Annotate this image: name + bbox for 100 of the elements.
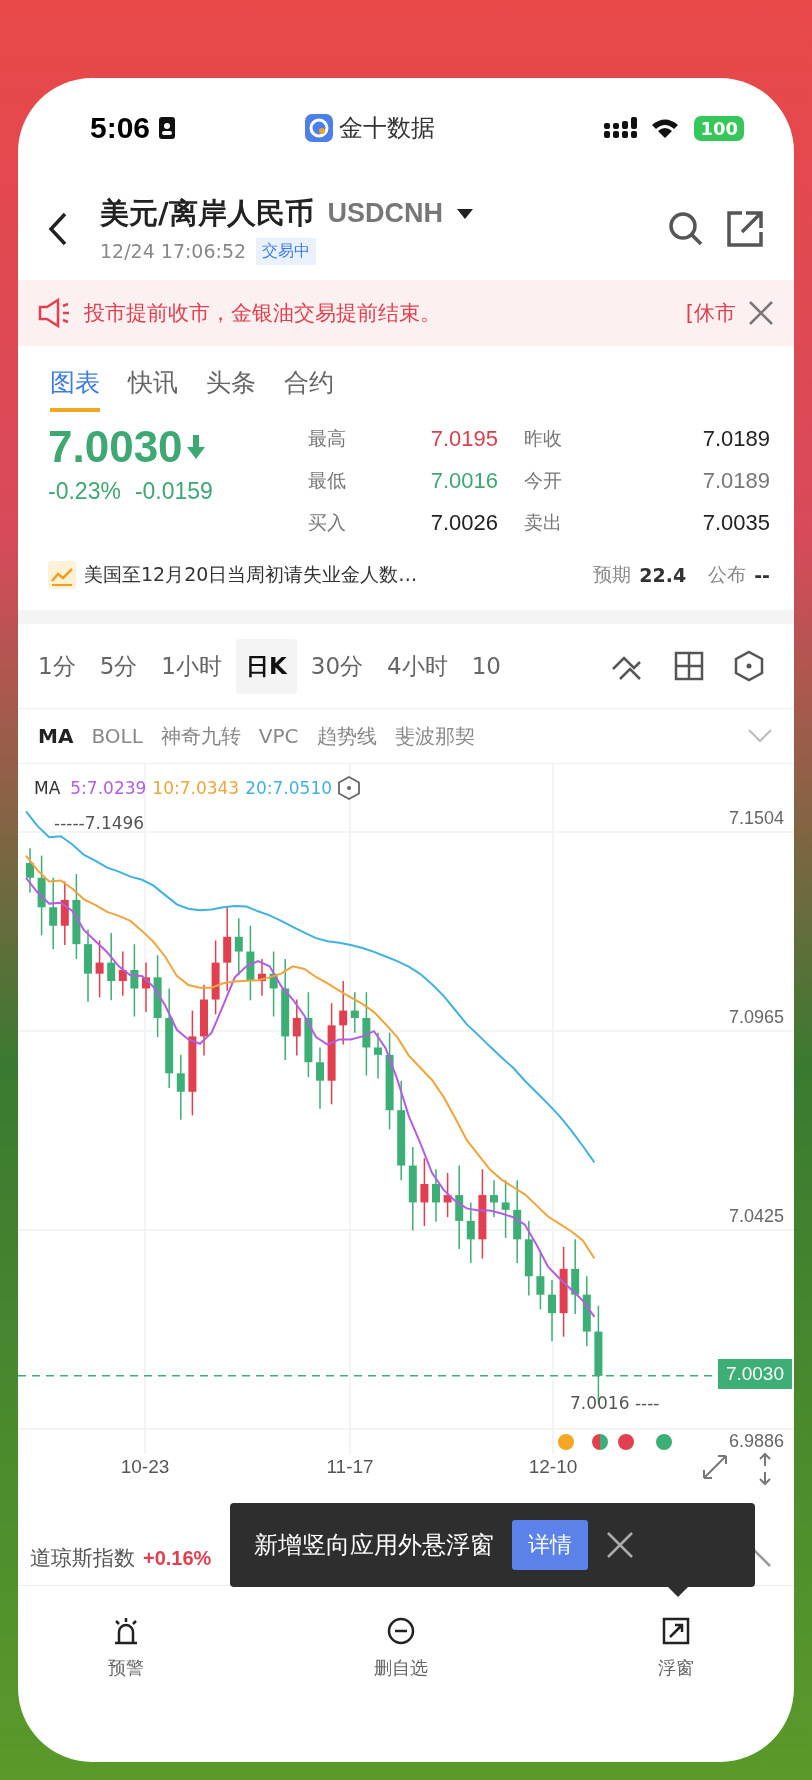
vertical-scale-icon[interactable] <box>758 1452 772 1486</box>
stat-value: 7.0189 <box>701 468 770 494</box>
section-tab[interactable]: 快讯 <box>128 360 178 412</box>
y-axis-label: 7.1504 <box>728 808 784 829</box>
period-tab[interactable]: 4小时 <box>377 638 458 694</box>
signal-dot[interactable] <box>592 1434 608 1450</box>
event-title[interactable]: 美国至12月20日当周初请失业金人数… <box>84 562 572 588</box>
period-tab[interactable]: 日K <box>235 638 297 694</box>
signal-dot[interactable] <box>558 1434 574 1450</box>
nav-label[interactable]: 删自选 <box>374 1656 428 1680</box>
stat-label: 最高 <box>308 426 347 451</box>
publish-label: 公布 <box>708 562 747 587</box>
candle <box>548 1279 556 1342</box>
stat-value: 7.0189 <box>701 426 770 452</box>
nav-label[interactable]: 浮窗 <box>658 1656 694 1680</box>
floating-window-icon[interactable] <box>661 1616 691 1646</box>
status-time: 5:06 <box>90 111 151 145</box>
candle <box>443 1172 452 1218</box>
stat-label: 买入 <box>308 510 347 535</box>
expand-icon[interactable] <box>700 1452 730 1482</box>
period-tab[interactable]: 1分 <box>28 638 86 694</box>
nav-label[interactable]: 预警 <box>108 1656 144 1680</box>
battery-indicator: 100 <box>694 115 744 141</box>
signal-dot[interactable] <box>656 1434 672 1450</box>
candle <box>60 880 69 946</box>
section-tab[interactable]: 合约 <box>284 360 334 412</box>
stat-label: 昨收 <box>523 426 563 451</box>
indicator-tab[interactable]: 趋势线 <box>308 718 385 754</box>
indicator-tab[interactable]: BOLL <box>83 720 151 752</box>
ma-value: 5:7.0239 <box>70 778 147 798</box>
last-price: 7.0030 <box>48 422 183 472</box>
indicator-tab[interactable]: MA <box>30 720 82 752</box>
expected-label: 预期 <box>593 562 632 587</box>
grid-icon[interactable] <box>674 651 704 681</box>
candle <box>142 961 150 1013</box>
back-icon[interactable] <box>48 212 68 246</box>
section-tab[interactable]: 头条 <box>206 360 256 412</box>
index-name[interactable]: 道琼斯指数 <box>30 1544 135 1572</box>
publish-value: -- <box>754 564 770 586</box>
candle <box>269 950 278 1018</box>
caret-icon[interactable] <box>457 208 474 219</box>
close-icon[interactable] <box>748 300 774 326</box>
stat-value: 7.0035 <box>701 510 770 536</box>
x-axis-label: 11-17 <box>325 1456 375 1478</box>
last-price-tag: 7.0030 <box>717 1358 792 1389</box>
stat-value: 7.0195 <box>429 426 498 452</box>
search-icon[interactable] <box>668 211 704 247</box>
indicator-tab[interactable]: 神奇九转 <box>152 718 249 754</box>
expected-value: 22.4 <box>639 564 687 586</box>
candle <box>432 1168 440 1223</box>
candle <box>420 1157 429 1227</box>
candle <box>107 932 116 1001</box>
section-tab[interactable]: 图表 <box>50 360 100 412</box>
period-tab[interactable]: 1小时 <box>151 638 232 694</box>
candle <box>234 917 243 976</box>
ma-value: 10:7.0343 <box>152 778 240 798</box>
candle <box>316 1046 324 1110</box>
period-tab[interactable]: 30分 <box>300 638 374 694</box>
candle <box>339 980 348 1046</box>
notice-text-next[interactable]: [休市 <box>685 299 736 327</box>
period-tab[interactable]: 10 <box>461 641 511 691</box>
details-button[interactable]: 详情 <box>512 1520 588 1570</box>
high-marker: -----7.1496 <box>54 812 145 833</box>
settings-icon[interactable] <box>734 650 764 682</box>
app-name: 金十数据 <box>339 113 436 144</box>
timestamp: 12/24 17:06:52 <box>100 240 247 262</box>
low-marker: 7.0016 ---- <box>570 1393 660 1414</box>
y-axis-label: 6.9886 <box>728 1431 784 1452</box>
ma-value: 20:7.0510 <box>245 778 332 798</box>
candle <box>258 958 266 997</box>
period-tab[interactable]: 5分 <box>89 638 148 694</box>
candle <box>501 1179 510 1239</box>
index-change[interactable]: +0.16% <box>143 1546 212 1570</box>
candle <box>466 1201 475 1264</box>
app-logo-icon <box>305 114 334 142</box>
close-icon[interactable] <box>606 1531 634 1559</box>
remove-icon[interactable] <box>386 1616 416 1646</box>
toast-message: 新增竖向应用外悬浮窗 <box>254 1530 494 1561</box>
candle <box>95 939 104 999</box>
stat-value: 7.0026 <box>429 510 498 536</box>
speaker-icon <box>38 298 72 328</box>
stat-label: 今开 <box>523 468 563 493</box>
symbol-selector[interactable]: USDCNH <box>327 198 444 229</box>
indicator-tab[interactable]: 斐波那契 <box>386 718 483 754</box>
signal-dot[interactable] <box>618 1434 634 1450</box>
candle <box>374 1031 382 1080</box>
share-icon[interactable] <box>726 210 764 248</box>
candle <box>176 1054 185 1121</box>
pair-title: 美元/离岸人民币 <box>100 194 314 232</box>
indicator-tab[interactable]: VPC <box>250 720 307 752</box>
id-card-icon <box>158 116 177 140</box>
x-axis-label: 12-10 <box>527 1456 579 1478</box>
change-value: -0.0159 <box>134 478 213 505</box>
settings-icon[interactable] <box>338 776 360 800</box>
candle <box>118 950 127 997</box>
stat-label: 卖出 <box>523 510 563 535</box>
notice-text[interactable]: 投市提前收市，金银油交易提前结束。 <box>84 299 674 327</box>
stat-label: 最低 <box>308 468 347 493</box>
change-percent: -0.23% <box>48 478 121 505</box>
trend-chart-icon <box>48 561 76 589</box>
